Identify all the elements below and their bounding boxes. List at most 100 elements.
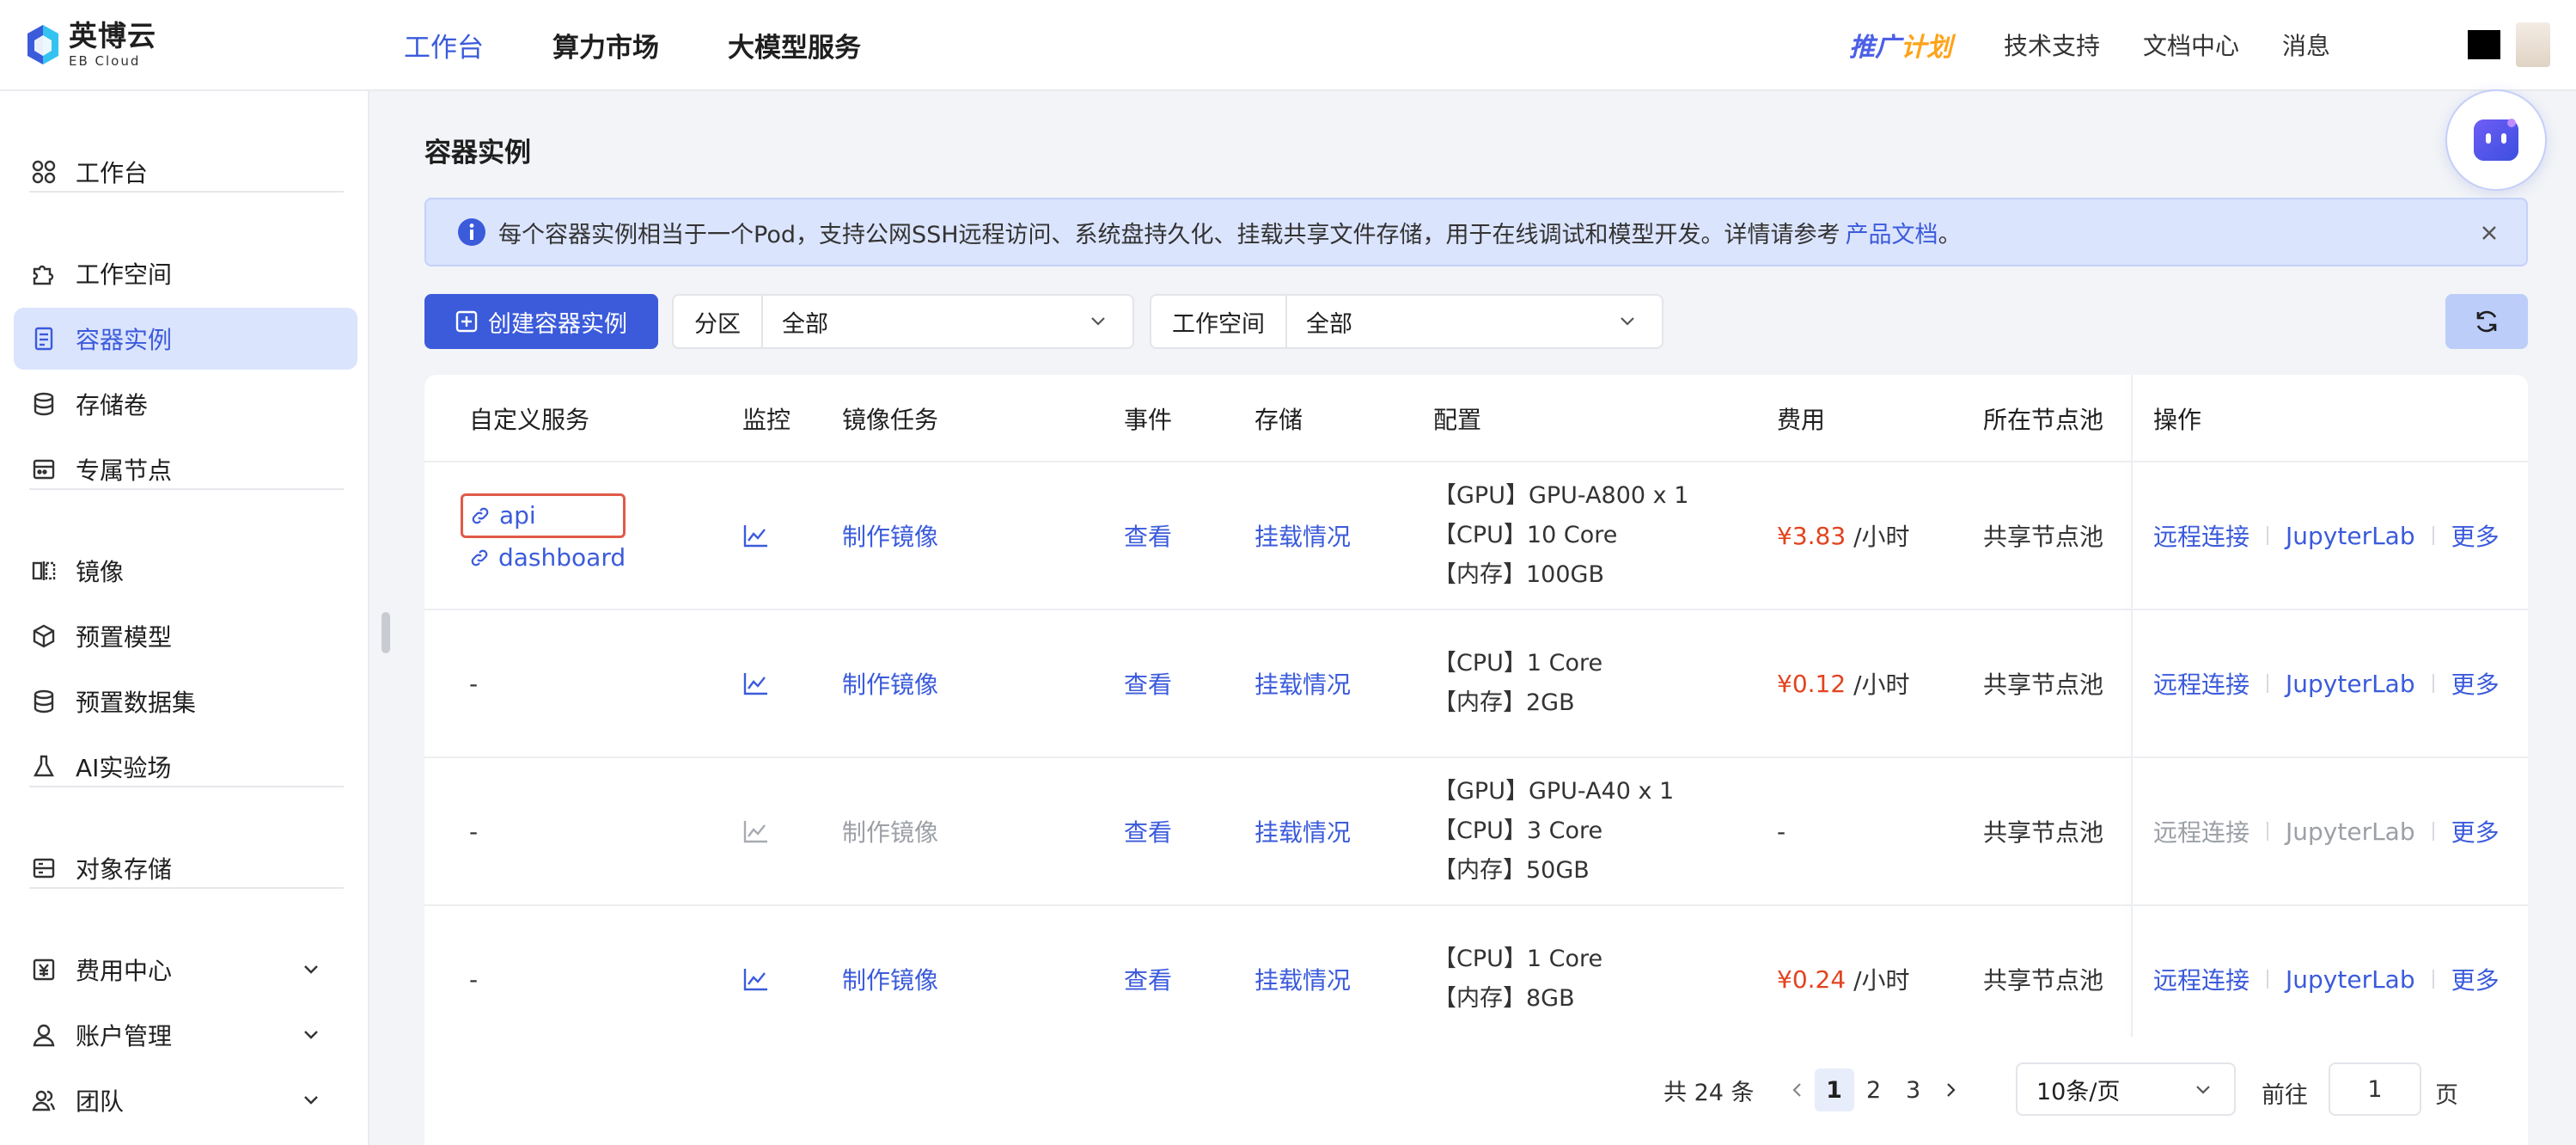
view-events-link[interactable]: 查看 (1124, 758, 1172, 904)
view-events-link[interactable]: 查看 (1124, 462, 1172, 609)
config-memory: 【内存】2GB (1433, 689, 1575, 716)
nav-compute-market[interactable]: 算力市场 (552, 26, 659, 64)
separator (2432, 970, 2434, 989)
node-pool: 共享节点池 (1983, 966, 2104, 995)
jupyterlab-link[interactable]: JupyterLab (2286, 965, 2415, 994)
workspace-select[interactable]: 工作空间 全部 (1150, 294, 1663, 349)
table-row: - 制作镜像 查看 挂载情况 【CPU】1 Core 【内存】8GB ¥0.24… (424, 904, 2528, 1038)
create-instance-button[interactable]: 创建容器实例 (424, 294, 658, 349)
brand-logo[interactable]: 英博云 EB Cloud (24, 17, 156, 72)
sidebar-item-preset-models[interactable]: 预置模型 (14, 605, 357, 667)
price-cell: - (1777, 817, 1786, 846)
sidebar-item-label: 专属节点 (76, 456, 173, 485)
goto-label: 前往 (2262, 1082, 2308, 1109)
service-cell: api dashboard (461, 462, 626, 609)
sidebar-item-workspace[interactable]: 工作空间 (14, 242, 357, 304)
next-page-button[interactable] (1933, 1068, 1968, 1111)
make-image-link[interactable]: 制作镜像 (842, 462, 938, 609)
remote-connect-link-disabled: 远程连接 (2153, 818, 2250, 847)
config-cell: 【GPU】GPU-A800 x 1 【CPU】10 Core 【内存】100GB (1433, 462, 1688, 609)
page-3[interactable]: 3 (1894, 1068, 1933, 1111)
mount-status-link[interactable]: 挂载情况 (1254, 906, 1351, 1052)
remote-connect-link[interactable]: 远程连接 (2153, 962, 2249, 996)
price-cell: ¥0.12 /小时 (1777, 610, 1910, 756)
nav-workbench[interactable]: 工作台 (404, 26, 484, 64)
column-header: 费用 (1777, 406, 1826, 434)
sidebar-item-label: 对象存储 (76, 855, 173, 884)
config-cell: 【GPU】GPU-A40 x 1 【CPU】3 Core 【内存】50GB (1433, 758, 1674, 904)
sidebar-item-label: 存储卷 (76, 391, 149, 419)
view-events-link[interactable]: 查看 (1124, 906, 1172, 1052)
remote-connect-link[interactable]: 远程连接 (2153, 518, 2249, 553)
make-image-link[interactable]: 制作镜像 (842, 906, 938, 1052)
page-1[interactable]: 1 (1814, 1068, 1854, 1111)
mirror-icon (29, 556, 58, 585)
sidebar-item-label: 工作台 (76, 159, 149, 187)
sidebar-item-billing[interactable]: 费用中心 (14, 939, 357, 1001)
mount-status-link[interactable]: 挂载情况 (1254, 758, 1351, 904)
page-size-select[interactable]: 10条/页 (2016, 1062, 2236, 1116)
chevron-right-icon (1946, 1083, 1956, 1097)
promo-link[interactable]: 推广计划 (1849, 26, 1952, 64)
config-memory: 【内存】8GB (1433, 985, 1575, 1012)
workspace-label: 工作空间 (1151, 296, 1287, 347)
nav-llm-service[interactable]: 大模型服务 (728, 26, 861, 64)
sidebar-item-account[interactable]: 账户管理 (14, 1004, 357, 1066)
prev-page-button[interactable] (1780, 1068, 1815, 1111)
sidebar-item-storage-volume[interactable]: 存储卷 (14, 373, 357, 435)
robot-icon (2474, 119, 2518, 161)
main-nav: 工作台 算力市场 大模型服务 (404, 0, 930, 89)
page-2[interactable]: 2 (1854, 1068, 1894, 1111)
mount-status-link[interactable]: 挂载情况 (1254, 610, 1351, 756)
jupyterlab-link[interactable]: JupyterLab (2286, 670, 2415, 698)
sidebar-resize-handle[interactable] (382, 612, 390, 653)
sidebar-divider (29, 786, 344, 787)
sidebar-item-object-storage[interactable]: 对象存储 (14, 837, 357, 899)
monitor-cell (742, 906, 770, 1052)
sidebar-item-label: 团队 (76, 1087, 125, 1116)
chart-icon[interactable] (742, 670, 770, 696)
mount-status-link[interactable]: 挂载情况 (1254, 462, 1351, 609)
node-pool: 共享节点池 (1983, 523, 2104, 551)
plus-square-icon (455, 310, 478, 333)
remote-connect-link[interactable]: 远程连接 (2153, 666, 2249, 701)
price-unit: /小时 (1853, 670, 1910, 699)
config-memory: 【内存】50GB (1433, 857, 1590, 884)
service-link-dashboard[interactable]: dashboard (469, 538, 626, 578)
sidebar-item-preset-datasets[interactable]: 预置数据集 (14, 670, 357, 732)
make-image-link[interactable]: 制作镜像 (842, 610, 938, 756)
sidebar-item-ai-lab[interactable]: AI实验场 (14, 736, 357, 798)
chart-icon[interactable] (742, 523, 770, 548)
puzzle-icon (29, 259, 58, 288)
nav-messages[interactable]: 消息 (2282, 28, 2330, 62)
more-link[interactable]: 更多 (2451, 814, 2500, 848)
more-link[interactable]: 更多 (2451, 962, 2500, 996)
sidebar-item-workbench[interactable]: 工作台 (14, 141, 357, 203)
view-events-link[interactable]: 查看 (1124, 610, 1172, 756)
nav-tech-support[interactable]: 技术支持 (2004, 28, 2100, 62)
jupyterlab-link[interactable]: JupyterLab (2286, 522, 2415, 550)
assistant-button[interactable] (2445, 89, 2547, 191)
sidebar-item-images[interactable]: 镜像 (14, 540, 357, 602)
more-link[interactable]: 更多 (2451, 666, 2500, 701)
page-size-value: 10条/页 (2036, 1078, 2121, 1105)
nav-doc-center[interactable]: 文档中心 (2143, 28, 2239, 62)
chart-icon[interactable] (742, 966, 770, 992)
service-link-api[interactable]: api (461, 493, 626, 538)
sidebar-item-dedicated-nodes[interactable]: 专属节点 (14, 438, 357, 500)
config-memory: 【内存】100GB (1433, 561, 1604, 588)
product-doc-link[interactable]: 产品文档 (1846, 216, 1938, 249)
brand-name-en: EB Cloud (69, 53, 141, 69)
make-image-link-disabled: 制作镜像 (842, 818, 939, 847)
user-avatar[interactable] (2468, 22, 2550, 67)
sidebar-item-container-instances[interactable]: 容器实例 (14, 308, 357, 370)
zone-select[interactable]: 分区 全部 (672, 294, 1134, 349)
column-header: 事件 (1124, 406, 1173, 434)
goto-page-input[interactable] (2329, 1062, 2421, 1116)
service-cell: - (469, 817, 479, 846)
column-header: 所在节点池 (1983, 406, 2104, 434)
sidebar-item-team[interactable]: 团队 (14, 1069, 357, 1131)
refresh-button[interactable] (2445, 294, 2528, 349)
close-icon[interactable] (2475, 218, 2504, 248)
more-link[interactable]: 更多 (2451, 518, 2500, 553)
